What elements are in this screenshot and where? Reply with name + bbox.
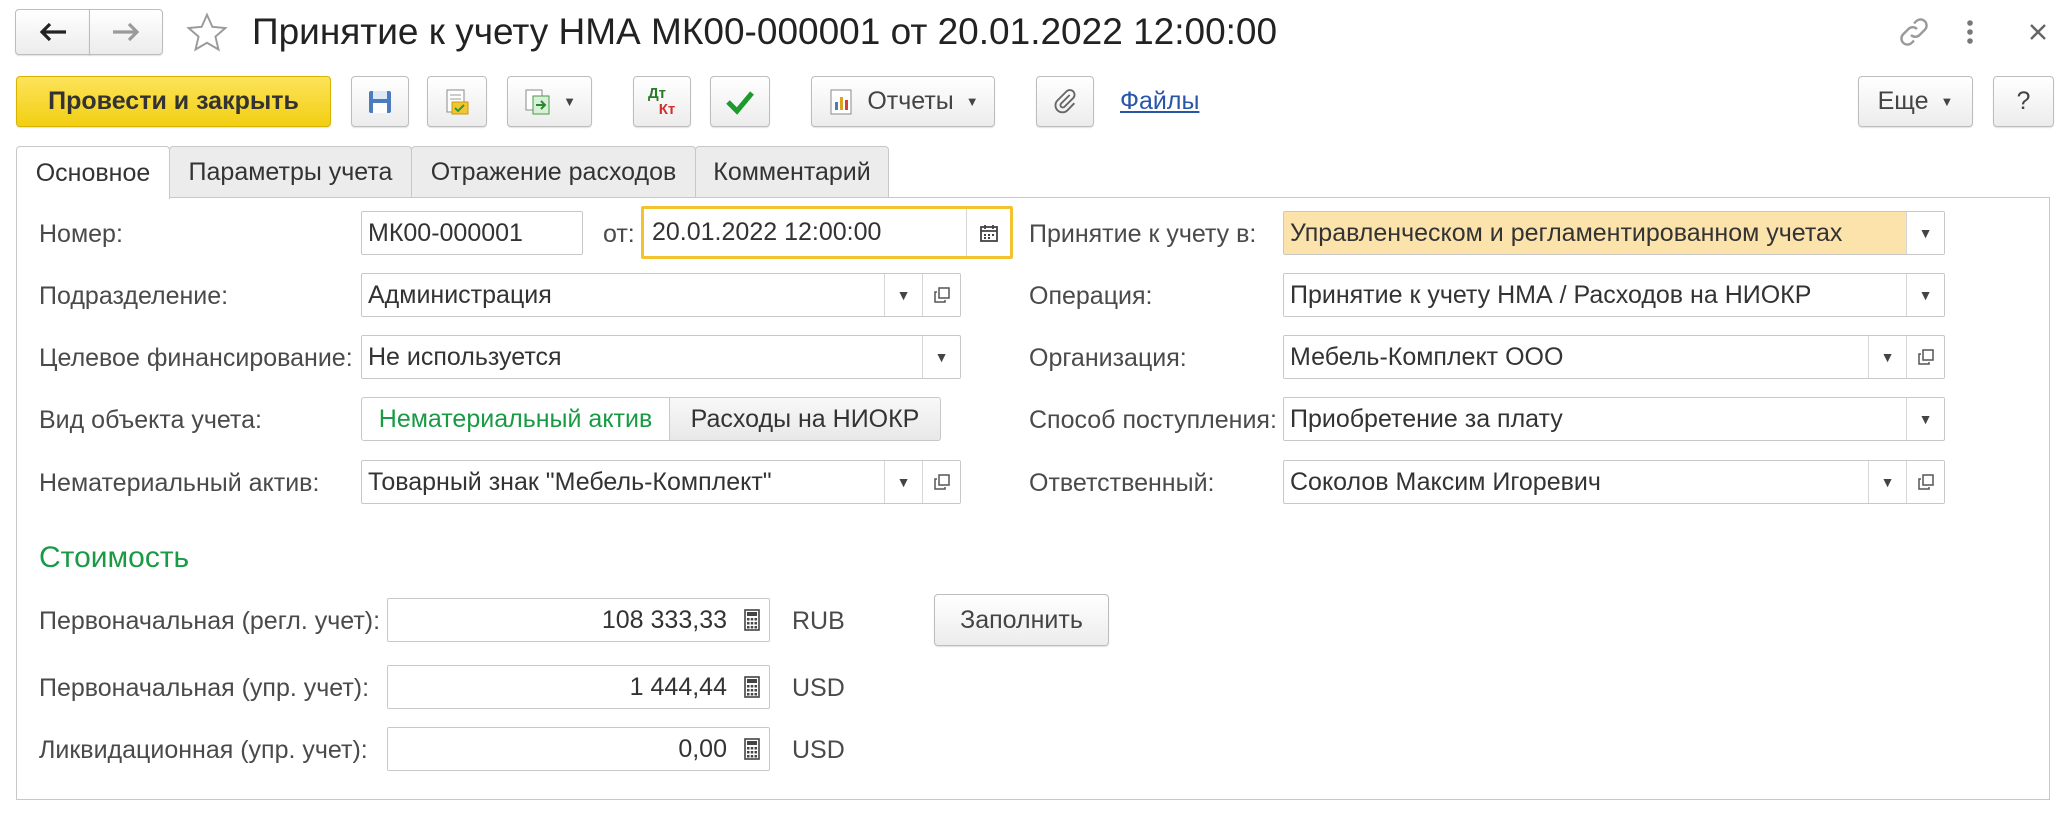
initial-mgmt-value: 1 444,44	[629, 672, 727, 701]
accounting-in-value: Управленческом и регламентированном учет…	[1290, 218, 1843, 247]
object-kind-toggle: Нематериальный актив Расходы на НИОКР	[361, 397, 941, 441]
initial-mgmt-input[interactable]: 1 444,44	[387, 665, 770, 709]
chevron-down-icon[interactable]: ▼	[1906, 274, 1944, 316]
organization-value: Мебель-Комплект ООО	[1290, 342, 1564, 371]
date-field[interactable]: 20.01.2022 12:00:00	[641, 206, 1013, 259]
liquidation-label: Ликвидационная (упр. учет):	[39, 736, 368, 764]
open-form-icon[interactable]	[922, 274, 960, 316]
responsible-select[interactable]: Соколов Максим Игоревич ▼	[1283, 460, 1945, 504]
operation-value: Принятие к учету НМА / Расходов на НИОКР	[1290, 280, 1812, 309]
chevron-down-icon[interactable]: ▼	[1868, 461, 1906, 503]
organization-select[interactable]: Мебель-Комплект ООО ▼	[1283, 335, 1945, 379]
chevron-down-icon[interactable]: ▼	[1868, 336, 1906, 378]
chevron-down-icon[interactable]: ▼	[1906, 212, 1944, 254]
open-form-icon[interactable]	[1906, 336, 1944, 378]
receipt-method-value: Приобретение за плату	[1290, 404, 1563, 433]
receipt-method-select[interactable]: Приобретение за плату ▼	[1283, 397, 1945, 441]
number-field[interactable]: МК00-000001	[361, 211, 583, 255]
liquidation-currency: USD	[792, 736, 845, 764]
open-form-icon[interactable]	[1906, 461, 1944, 503]
target-financing-value: Не используется	[368, 342, 562, 371]
target-financing-label: Целевое финансирование:	[39, 344, 353, 372]
date-label: от:	[603, 220, 635, 248]
target-financing-select[interactable]: Не используется ▼	[361, 335, 961, 379]
division-value: Администрация	[368, 280, 552, 309]
liquidation-value: 0,00	[678, 734, 727, 763]
fill-button[interactable]: Заполнить	[934, 594, 1109, 646]
chevron-down-icon[interactable]: ▼	[922, 336, 960, 378]
accounting-in-select[interactable]: Управленческом и регламентированном учет…	[1283, 211, 1945, 255]
responsible-label: Ответственный:	[1029, 469, 1215, 497]
calculator-icon[interactable]	[735, 599, 769, 641]
initial-mgmt-currency: USD	[792, 674, 845, 702]
receipt-method-label: Способ поступления:	[1029, 406, 1277, 434]
calculator-icon[interactable]	[735, 728, 769, 770]
cost-heading: Стоимость	[39, 541, 190, 574]
operation-label: Операция:	[1029, 282, 1153, 310]
chevron-down-icon[interactable]: ▼	[884, 274, 922, 316]
calendar-icon[interactable]	[966, 209, 1010, 256]
division-label: Подразделение:	[39, 282, 229, 310]
object-kind-rnd-option[interactable]: Расходы на НИОКР	[670, 397, 941, 441]
object-kind-label: Вид объекта учета:	[39, 406, 262, 434]
chevron-down-icon[interactable]: ▼	[884, 461, 922, 503]
initial-mgmt-label: Первоначальная (упр. учет):	[39, 674, 370, 702]
chevron-down-icon[interactable]: ▼	[1906, 398, 1944, 440]
operation-select[interactable]: Принятие к учету НМА / Расходов на НИОКР…	[1283, 273, 1945, 317]
responsible-value: Соколов Максим Игоревич	[1290, 467, 1601, 496]
initial-reg-input[interactable]: 108 333,33	[387, 598, 770, 642]
intangible-asset-select[interactable]: Товарный знак "Мебель-Комплект" ▼	[361, 460, 961, 504]
number-value: МК00-000001	[368, 218, 523, 247]
accounting-in-label: Принятие к учету в:	[1029, 220, 1257, 248]
organization-label: Организация:	[1029, 344, 1187, 372]
object-kind-intangible-option[interactable]: Нематериальный актив	[361, 397, 670, 441]
intangible-asset-value: Товарный знак "Мебель-Комплект"	[368, 467, 772, 496]
initial-reg-label: Первоначальная (регл. учет):	[39, 607, 381, 635]
calculator-icon[interactable]	[735, 666, 769, 708]
intangible-asset-label: Нематериальный актив:	[39, 469, 320, 497]
open-form-icon[interactable]	[922, 461, 960, 503]
fill-button-label: Заполнить	[960, 605, 1083, 634]
number-label: Номер:	[39, 220, 123, 248]
division-select[interactable]: Администрация ▼	[361, 273, 961, 317]
initial-reg-value: 108 333,33	[601, 605, 727, 634]
liquidation-input[interactable]: 0,00	[387, 727, 770, 771]
date-value: 20.01.2022 12:00:00	[652, 218, 882, 246]
initial-reg-currency: RUB	[792, 607, 845, 635]
